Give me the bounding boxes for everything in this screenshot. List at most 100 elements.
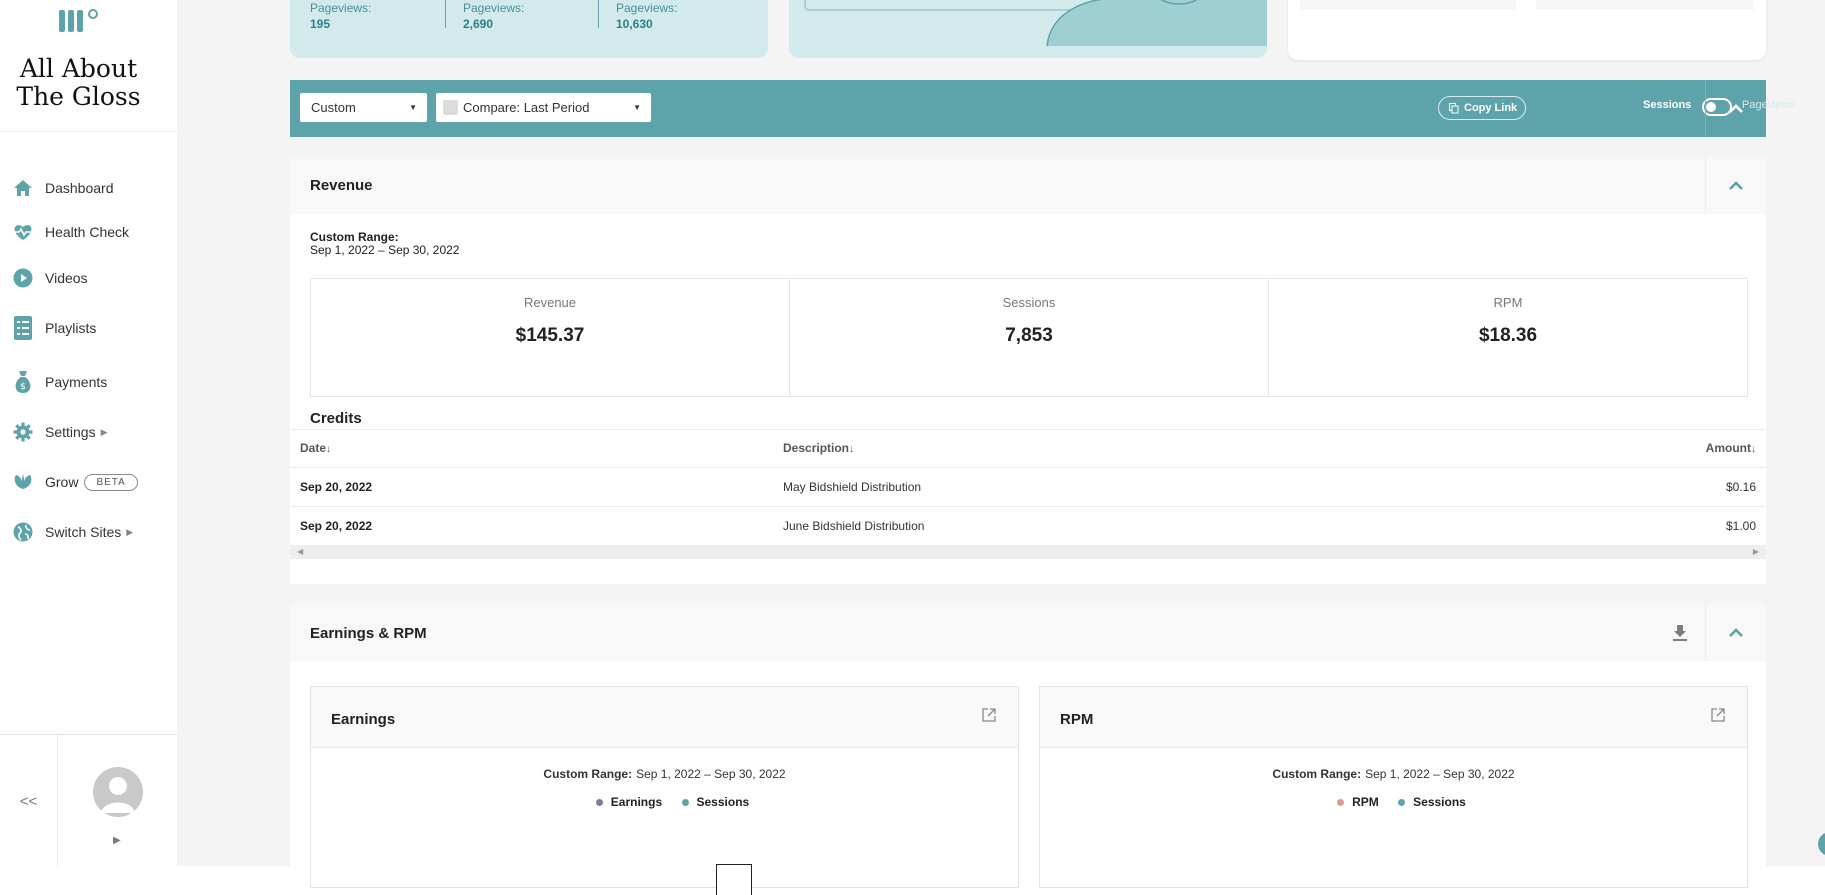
stat-label: Pageviews: xyxy=(463,1,525,15)
sidebar-item-dashboard[interactable]: Dashboard xyxy=(12,174,114,202)
sidebar-item-switch-sites[interactable]: Switch Sites ▶ xyxy=(12,518,133,546)
sidebar-item-label: Settings xyxy=(45,424,96,440)
illustration-card xyxy=(789,0,1267,58)
sidebar-item-label: Payments xyxy=(45,374,108,390)
revenue-panel-header: Revenue xyxy=(290,157,1766,214)
revenue-panel: Revenue Custom Range: Sep 1, 2022 – Sep … xyxy=(290,157,1766,584)
date-range-select[interactable]: Custom ▼ xyxy=(300,93,427,122)
cell-amount: $1.00 xyxy=(1725,519,1756,533)
external-link-icon[interactable] xyxy=(982,708,996,727)
range-value: Sep 1, 2022 – Sep 30, 2022 xyxy=(636,767,786,781)
external-link-icon[interactable] xyxy=(1711,708,1725,727)
stat-value: 2,690 xyxy=(463,17,494,31)
stat-item: Pageviews: 195 xyxy=(310,0,371,32)
revenue-range: Custom Range: Sep 1, 2022 – Sep 30, 2022 xyxy=(310,231,459,257)
legend-item-rpm[interactable]: RPM xyxy=(1352,795,1379,809)
sidebar-item-label: Grow xyxy=(45,474,79,490)
column-header-description[interactable]: Description↓ xyxy=(783,430,854,468)
cell-amount: $0.16 xyxy=(1725,480,1756,494)
caret-right-icon: ▶ xyxy=(126,526,134,537)
chart-range: Custom Range: Sep 1, 2022 – Sep 30, 2022 xyxy=(1040,767,1747,781)
checkbox-icon[interactable] xyxy=(443,100,458,115)
caret-right-icon: ▶ xyxy=(100,426,108,437)
avatar[interactable] xyxy=(93,767,143,817)
legend-item-earnings[interactable]: Earnings xyxy=(611,795,662,809)
heartbeat-icon xyxy=(12,221,34,243)
main-content: Pageviews: 195 Pageviews: 2,690 Pageview… xyxy=(177,0,1825,895)
brand-logo-icon[interactable] xyxy=(57,6,101,36)
brand-name-line2: The Gloss xyxy=(16,82,141,111)
compare-select[interactable]: Compare: Last Period ▼ xyxy=(436,93,651,122)
money-bag-icon: $ xyxy=(12,371,34,393)
globe-icon xyxy=(12,521,34,543)
brand-name[interactable]: All About The Gloss xyxy=(0,55,157,111)
caret-right-icon[interactable]: ▶ xyxy=(113,835,121,846)
dropdown-arrow-icon: ▼ xyxy=(633,103,641,112)
stat-label: Pageviews: xyxy=(310,1,372,15)
legend-dot xyxy=(1398,798,1406,806)
date-range-value: Custom xyxy=(311,100,356,115)
column-header-date[interactable]: Date↓ xyxy=(300,430,331,468)
legend-item-sessions[interactable]: Sessions xyxy=(697,795,750,809)
chevron-up-icon xyxy=(1729,180,1743,190)
horizontal-scrollbar[interactable]: ◀ ▶ xyxy=(290,545,1766,559)
collapse-toolbar-button[interactable] xyxy=(1705,80,1766,137)
chat-launcher-button[interactable] xyxy=(1818,832,1825,856)
metric-revenue: Revenue $145.37 xyxy=(311,279,790,396)
collapse-earnings-button[interactable] xyxy=(1705,604,1766,661)
scroll-right-icon[interactable]: ▶ xyxy=(1753,545,1759,559)
chart-title: Earnings xyxy=(331,711,396,728)
collapse-sidebar-button[interactable]: << xyxy=(0,735,58,867)
chart-legend: RPM Sessions xyxy=(1040,795,1747,809)
home-icon xyxy=(12,177,34,199)
range-label: Custom Range: xyxy=(1272,767,1362,781)
earnings-panel: Earnings & RPM Earnings Custom Range: Sep… xyxy=(290,604,1766,895)
earnings-panel-header: Earnings & RPM xyxy=(290,604,1766,661)
metric-label: RPM xyxy=(1493,295,1523,310)
stat-label: Pageviews: xyxy=(616,1,678,15)
rpm-chart-card: RPM Custom Range: Sep 1, 2022 – Sep 30, 2… xyxy=(1039,686,1748,888)
sidebar-item-videos[interactable]: Videos xyxy=(12,264,88,292)
sidebar-item-playlists[interactable]: Playlists xyxy=(12,314,96,342)
sidebar-item-label: Dashboard xyxy=(45,180,114,196)
sidebar-item-settings[interactable]: Settings ▶ xyxy=(12,418,108,446)
compare-value: Compare: Last Period xyxy=(463,100,590,115)
chart-legend: Earnings Sessions xyxy=(311,795,1018,809)
collapse-revenue-button[interactable] xyxy=(1705,157,1766,214)
metrics-row: Revenue $145.37 Sessions 7,853 RPM $18.3… xyxy=(310,278,1748,397)
pageviews-card: Pageviews: 195 Pageviews: 2,690 Pageview… xyxy=(290,0,768,58)
beta-badge: BETA xyxy=(84,473,138,491)
svg-text:$: $ xyxy=(20,382,26,392)
sidebar: All About The Gloss Dashboard Health Che… xyxy=(0,0,178,867)
sidebar-item-payments[interactable]: $ Payments xyxy=(12,368,107,396)
copy-icon xyxy=(1449,102,1459,113)
sidebar-item-label: Playlists xyxy=(45,320,97,336)
brand-name-line1: All About xyxy=(19,54,138,83)
legend-item-sessions[interactable]: Sessions xyxy=(1413,795,1466,809)
earnings-title: Earnings & RPM xyxy=(310,625,427,642)
scroll-left-icon[interactable]: ◀ xyxy=(297,545,303,559)
metric-value: 7,853 xyxy=(1005,325,1053,346)
sidebar-item-grow[interactable]: Grow BETA xyxy=(12,468,138,496)
chart-tooltip-stub xyxy=(716,864,752,895)
sort-arrow-icon: ↓ xyxy=(849,444,855,455)
chevron-up-icon xyxy=(1729,627,1743,637)
credits-title: Credits xyxy=(310,410,362,427)
sort-arrow-icon: ↓ xyxy=(1751,444,1756,455)
sidebar-item-label: Videos xyxy=(45,270,88,286)
chart-title: RPM xyxy=(1060,711,1094,728)
download-icon[interactable] xyxy=(1672,624,1688,646)
table-row: Sep 20, 2022 May Bidshield Distribution … xyxy=(290,467,1766,506)
column-header-amount[interactable]: Amount↓ xyxy=(1706,430,1756,468)
cell-description: May Bidshield Distribution xyxy=(783,480,922,494)
revenue-title: Revenue xyxy=(310,177,373,194)
list-icon xyxy=(12,316,34,340)
sidebar-item-health-check[interactable]: Health Check xyxy=(12,218,129,246)
metric-rpm: RPM $18.36 xyxy=(1269,279,1747,396)
copy-link-button[interactable]: Copy Link xyxy=(1438,96,1527,120)
cell-description: June Bidshield Distribution xyxy=(783,519,925,533)
toggle-label-sessions: Sessions xyxy=(1643,99,1692,111)
dropdown-arrow-icon: ▼ xyxy=(409,103,417,112)
chart-card-header: RPM xyxy=(1040,687,1747,748)
legend-dot xyxy=(681,798,689,806)
